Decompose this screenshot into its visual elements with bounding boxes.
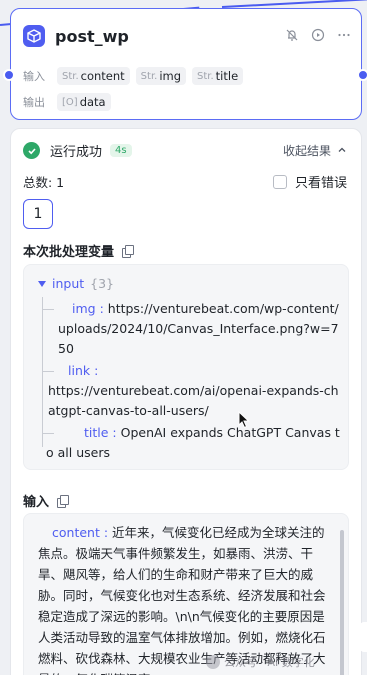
output-tag-data: [O] data <box>57 93 111 111</box>
watermark-text: 公众号 · AI 数字化 <box>224 656 315 669</box>
batch-vars-title: 本次批处理变量 <box>23 245 115 260</box>
copy-icon[interactable] <box>57 495 70 508</box>
collapse-label: 收起结果 <box>282 144 331 158</box>
input-section-heading: 输入 <box>23 491 70 510</box>
batch-vars-box: input {3} img : https://venturebeat.com/… <box>23 264 349 470</box>
input-tag-content: Str. content <box>57 67 130 85</box>
node-inputs-row: 输入 Str. content Str. img Str. title <box>23 67 244 85</box>
edge-tab[interactable] <box>360 622 367 652</box>
node-title: post_wp <box>55 26 129 46</box>
tree-branch <box>42 309 54 310</box>
scrollbar[interactable] <box>340 530 344 675</box>
tree-entry-link: link : <box>68 363 99 378</box>
watermark: 公众号 · AI 数字化 <box>206 654 315 670</box>
input-tree-toggle[interactable]: input {3} <box>38 274 114 294</box>
cube-icon <box>23 25 45 47</box>
node-card-post-wp[interactable]: post_wp 输入 Str. content Str. img Str. title… <box>3 8 367 120</box>
watermark-logo-icon <box>206 655 220 669</box>
input-content-box[interactable]: content : 近年来，气候变化已经成为全球关注的焦点。极端天气事件频繁发生… <box>23 513 349 675</box>
input-handle[interactable] <box>3 69 15 81</box>
input-section-title: 输入 <box>23 495 50 510</box>
tree-branch <box>42 371 54 372</box>
caret-down-icon <box>38 281 46 287</box>
total-row: 总数: 1 只看错误 <box>23 172 347 191</box>
page-1-button[interactable]: 1 <box>23 199 53 229</box>
tree-root-count: {3} <box>90 276 115 291</box>
duration-badge: 4s <box>110 144 132 157</box>
chevron-up-icon <box>337 144 347 158</box>
status-row: 运行成功 4s 收起结果 <box>23 141 347 160</box>
input-content-text: content : 近年来，气候变化已经成为全球关注的焦点。极端天气事件频繁发生… <box>38 525 326 675</box>
batch-vars-heading: 本次批处理变量 <box>23 241 135 260</box>
play-circle-icon[interactable] <box>311 28 325 45</box>
tree-entry-img: img : https://venturebeat.com/wp-content… <box>58 301 339 356</box>
total-count: 总数: 1 <box>23 175 65 190</box>
bell-off-icon[interactable] <box>285 28 299 45</box>
node-outputs-row: 输出 [O] data <box>23 93 111 111</box>
tree-entry-link-value: https://venturebeat.com/ai/openai-expand… <box>48 383 339 418</box>
status-text: 运行成功 <box>50 145 103 160</box>
output-handle[interactable] <box>357 69 367 81</box>
mouse-cursor-icon <box>238 410 250 433</box>
outputs-label: 输出 <box>23 96 45 109</box>
collapse-results-button[interactable]: 收起结果 <box>283 142 347 159</box>
only-errors-checkbox[interactable] <box>272 174 287 189</box>
more-icon[interactable] <box>337 28 351 45</box>
check-circle-icon <box>23 142 40 159</box>
only-errors-label: 只看错误 <box>294 176 347 191</box>
inputs-label: 输入 <box>23 70 45 83</box>
run-result-panel: 运行成功 4s 收起结果 总数: 1 只看错误 1 本次批处理变量 input … <box>10 128 362 675</box>
tree-entry-title: title : OpenAI expands ChatGPT Canvas to… <box>46 425 340 460</box>
input-tag-title: Str. title <box>192 67 244 85</box>
only-errors-toggle[interactable]: 只看错误 <box>272 172 347 191</box>
tree-root-key: input <box>52 276 85 291</box>
tree-guide-line <box>42 297 43 447</box>
copy-icon[interactable] <box>122 245 135 258</box>
connection-line <box>221 0 367 8</box>
input-tag-img: Str. img <box>135 67 187 85</box>
node-header: post_wp <box>23 25 351 47</box>
